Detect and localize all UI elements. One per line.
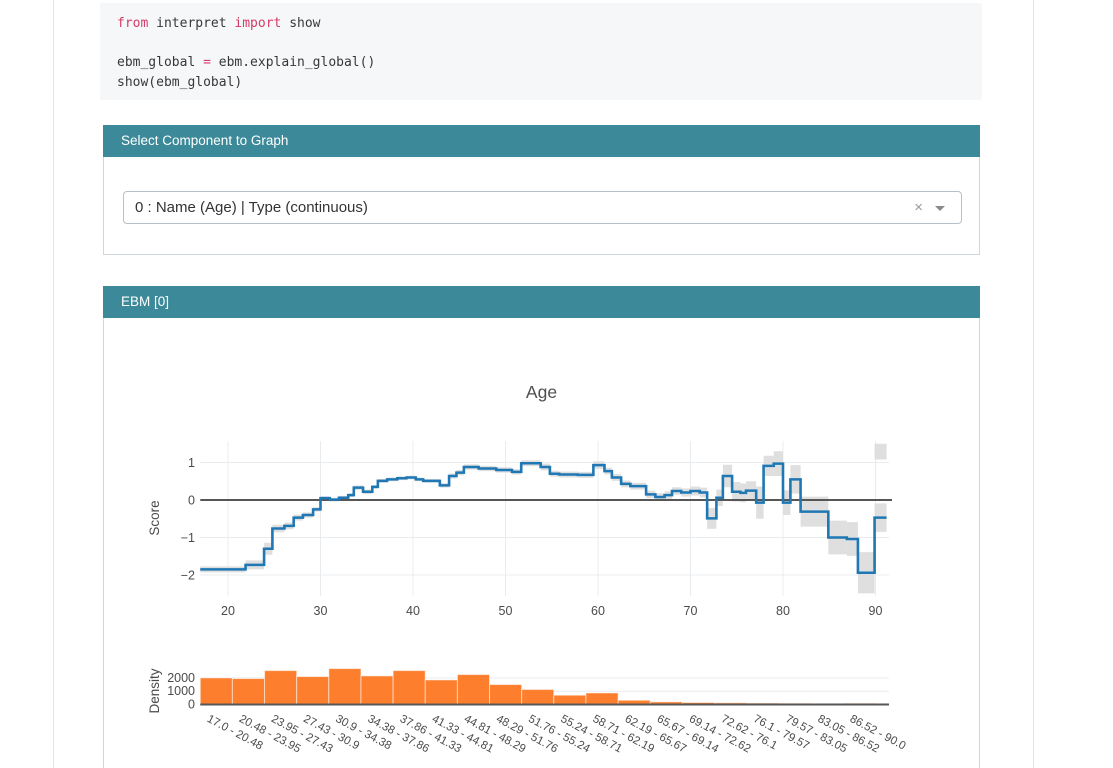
histogram-bar xyxy=(553,694,587,706)
x-tick-label: 30 xyxy=(314,604,328,618)
ebm-feature-chart[interactable]: 10−1−220 30 40 50 60 70 80 90Score010002000Dens… xyxy=(104,419,979,768)
notebook-page: { "colors": { "accent_teal": "#3c8a99", … xyxy=(0,0,1113,768)
x-tick-label: 70 xyxy=(684,604,698,618)
histogram-bar xyxy=(456,674,491,705)
x-tick-label: 80 xyxy=(776,604,790,618)
code-line: ebm_global = ebm.explain_global() xyxy=(117,55,376,71)
code-text: from interpret import show ebm_global = … xyxy=(117,14,982,93)
x-tick-label: 40 xyxy=(406,604,420,618)
histogram-bar xyxy=(264,670,298,706)
x-tick-label: 60 xyxy=(591,604,605,618)
code-line: show(ebm_global) xyxy=(117,75,243,91)
y-axis-title: Score xyxy=(147,500,162,535)
y-tick-label: 0 xyxy=(188,494,195,508)
histogram-bar xyxy=(328,668,362,705)
histogram-bar xyxy=(489,684,523,705)
ebm-graph-card: EBM [0] Age 1 0 −1 −2 20 30 40 50 60 70 80 90 Score 0… xyxy=(103,286,980,768)
histogram-bar xyxy=(521,688,555,706)
chart-body: Age 1 0 −1 −2 20 30 40 50 60 70 80 90 Score 0 1000 2000… xyxy=(104,319,979,768)
select-component-card: Select Component to Graph 0 : Name (Age)… xyxy=(103,125,980,255)
clear-selection-icon[interactable]: × xyxy=(914,192,923,223)
x-tick-label: 90 xyxy=(869,604,883,618)
density-tick-label: 1000 xyxy=(167,684,195,698)
x-tick-label: 50 xyxy=(499,604,513,618)
density-tick-label: 2000 xyxy=(167,671,195,685)
content-border-right xyxy=(1033,0,1034,768)
select-card-header: Select Component to Graph xyxy=(103,125,980,157)
histogram-bar xyxy=(360,675,394,705)
component-select-value: 0 : Name (Age) | Type (continuous) xyxy=(135,199,368,216)
x-tick-label: 20 xyxy=(221,604,235,618)
code-cell[interactable]: from interpret import show ebm_global = … xyxy=(100,3,982,100)
component-select[interactable]: 0 : Name (Age) | Type (continuous) × xyxy=(123,191,962,224)
density-tick-label: 0 xyxy=(188,698,195,712)
histogram-bar xyxy=(231,678,266,706)
histogram-bar xyxy=(296,676,330,706)
dropdown-caret-icon[interactable] xyxy=(935,206,945,211)
code-line: from interpret import show xyxy=(117,16,321,31)
chart-title: Age xyxy=(525,382,558,402)
ebm-card-header: EBM [0] xyxy=(103,286,980,318)
content-border-left xyxy=(53,0,54,768)
y-tick-label: −1 xyxy=(181,531,195,545)
error-band xyxy=(874,443,887,460)
y-tick-label: 1 xyxy=(188,456,195,470)
histogram-bar xyxy=(424,679,458,705)
y-tick-label: −2 xyxy=(181,569,195,583)
score-step-line xyxy=(200,461,887,575)
density-axis-title: Density xyxy=(147,668,162,713)
histogram-bar xyxy=(199,677,233,705)
histogram-bar xyxy=(585,692,619,705)
histogram-bar xyxy=(392,670,426,706)
